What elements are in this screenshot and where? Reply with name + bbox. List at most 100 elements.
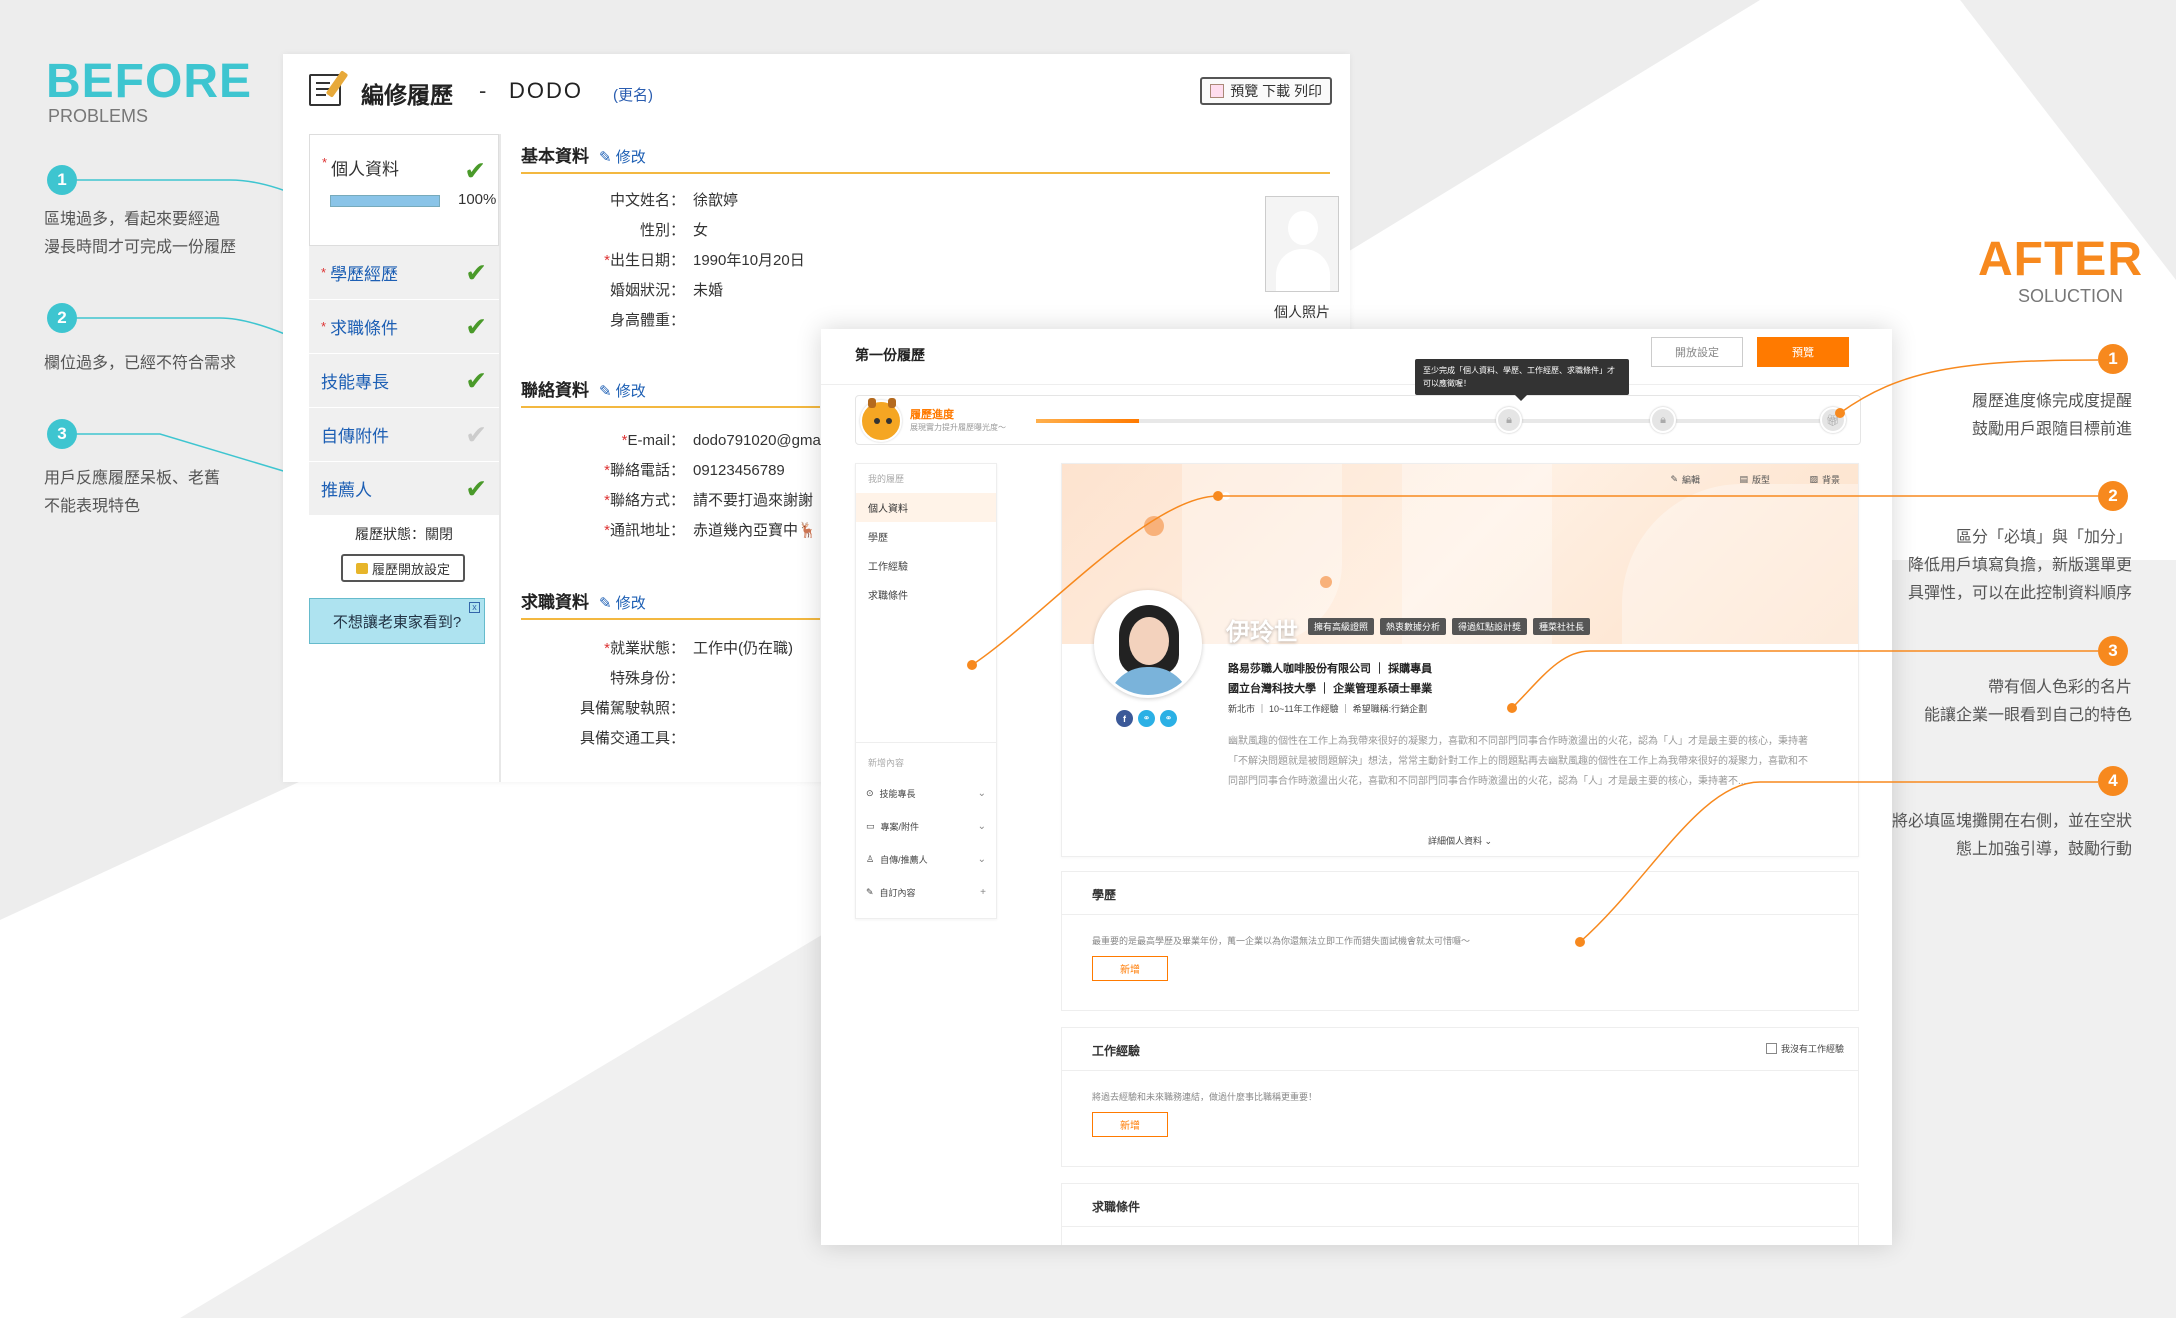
add-education-button[interactable]: 新增 <box>1092 956 1168 981</box>
basic-fields: 中文姓名： 徐歆婷 性別：女 *出生日期： 1990年10月20日 婚姻狀況： 未婚 … <box>521 186 805 336</box>
hint-text: 不想讓老東家看到? <box>332 613 462 631</box>
preview-button[interactable]: 預覽 <box>1757 337 1849 367</box>
after-heading: AFTER <box>1978 233 2143 286</box>
sidebar-item-personal[interactable]: * 個人資料 ✔ 100% <box>309 134 499 246</box>
link-icon[interactable]: ⚭ <box>1160 710 1177 727</box>
field-row: 具備駕駛執照： <box>521 694 793 724</box>
no-experience-checkbox[interactable]: 我沒有工作經驗 <box>1765 1042 1844 1055</box>
milestone-lock-icon[interactable]: 🔒︎ <box>1496 407 1522 433</box>
milestone-lock-icon[interactable]: 🔒︎ <box>1650 407 1676 433</box>
field-label: *聯絡電話： <box>521 456 685 486</box>
field-label: *就業狀態： <box>521 634 685 664</box>
job-fields: *就業狀態： 工作中(仍在職) 特殊身份： 具備駕駛執照： 具備交通工具： <box>521 634 793 754</box>
before-note-1-number: 1 <box>47 165 77 195</box>
field-label: *聯絡方式： <box>521 486 685 516</box>
edit-link[interactable]: ✎ 修改 <box>599 595 646 612</box>
progress-fill <box>1036 419 1139 423</box>
antler <box>868 398 876 408</box>
folder-icon: ▭ <box>866 821 875 831</box>
sidebar-item-personal[interactable]: 個人資料 <box>856 493 996 522</box>
chevron-down-icon: ⌄ <box>977 854 986 865</box>
edit-link[interactable]: ✎ 修改 <box>599 383 646 400</box>
plus-icon: + <box>980 887 986 898</box>
banner-shape <box>1622 484 1858 644</box>
eye <box>886 418 892 424</box>
field-label: 具備駕駛執照： <box>521 694 685 724</box>
top-bar: 第一份履歷 開放設定 預覽 <box>821 329 1892 385</box>
sidebar-add-skills[interactable]: ⊙ 技能專長 ⌄ <box>856 777 996 810</box>
sidebar-item-work[interactable]: 工作經驗 <box>856 551 996 580</box>
after-subheading: SOLUCTION <box>2018 286 2124 306</box>
open-settings-button[interactable]: 開放設定 <box>1651 337 1743 367</box>
field-row: *通訊地址： 赤道幾內亞寶中🦌 <box>521 516 839 546</box>
profile-avatar[interactable] <box>1094 590 1202 698</box>
sidebar-item-autobiography[interactable]: 自傳附件 ✔ <box>309 408 499 462</box>
new-sidebar: 我的履歷 個人資料 學歷 工作經驗 求職條件 新增內容 ⊙ 技能專長 ⌄ ▭ 專案/附… <box>855 463 997 919</box>
divider <box>499 134 501 782</box>
field-label: 特殊身份： <box>521 664 685 694</box>
sidebar-add-custom[interactable]: ✎ 自訂內容 + <box>856 876 996 909</box>
sidebar-add-projects[interactable]: ▭ 專案/附件 ⌄ <box>856 810 996 843</box>
milestone-gift-icon[interactable]: 🎁︎ <box>1820 407 1846 433</box>
field-label: *通訊地址： <box>521 516 685 546</box>
profile-experience: 10~11年工作經驗 <box>1269 704 1339 714</box>
tag: 熱衷數據分析 <box>1380 618 1447 635</box>
edit-banner-button[interactable]: ✎ 編輯 <box>1670 470 1700 488</box>
profile-meta-line: 新北市 ｜ 10~11年工作經驗 ｜ 希望職稱:行銷企劃 <box>1228 704 1428 714</box>
sidebar-item-conditions[interactable]: 求職條件 <box>856 580 996 609</box>
field-value: 09123456789 <box>693 462 785 479</box>
check-icon: ✔ <box>465 473 487 503</box>
profile-card: ✎ 編輯 ▤ 版型 ▨ 背景 f ⚭ ⚭ 伊玲世 擁有高級證照 熱衷數據分析 得過紅點… <box>1061 463 1859 857</box>
field-label-text: 婚姻狀況： <box>609 282 685 299</box>
section-title: 基本資料 <box>521 147 589 166</box>
edit-link[interactable]: ✎ 修改 <box>599 149 646 166</box>
sidebar-item-job-conditions[interactable]: * 求職條件 ✔ <box>309 300 499 354</box>
preview-download-print-button[interactable]: 預覽 下載 列印 <box>1200 77 1332 105</box>
check-icon: ✔ <box>465 311 487 341</box>
after-note-2: 區分「必填」與「加分」 降低用戶填寫負擔，新版選單更 具彈性，可以在此控制資料順… <box>1908 524 2132 608</box>
field-label-text: 特殊身份： <box>609 670 685 687</box>
field-value: 赤道幾內亞寶中🦌 <box>693 522 817 539</box>
field-row: 身高體重： <box>521 306 805 336</box>
sidebar-item-label: 學歷經歷 <box>330 265 399 284</box>
antler <box>888 398 896 408</box>
after-note-3: 帶有個人色彩的名片 能讓企業一眼看到自己的特色 <box>1924 674 2132 730</box>
new-resume-editor: 第一份履歷 開放設定 預覽 履歷進度 展現實力提升履歷曝光度～ 🔒︎ 🔒︎ 🎁︎… <box>821 329 1892 1245</box>
close-icon[interactable]: x <box>469 602 480 613</box>
sidebar-item-education[interactable]: * 學歷經歷 ✔ <box>309 246 499 300</box>
link-icon[interactable]: ⚭ <box>1138 710 1155 727</box>
section-divider <box>521 406 820 408</box>
background-button[interactable]: ▨ 背景 <box>1809 470 1840 488</box>
field-label-text: 就業狀態： <box>609 640 685 657</box>
profile-photo-placeholder[interactable] <box>1265 196 1339 292</box>
add-work-button[interactable]: 新增 <box>1092 1112 1168 1137</box>
profile-job-title: 採購專員 <box>1388 663 1433 675</box>
section-hint: 最重要的是最高學歷及畢業年份，萬一企業以為你還無法立即工作而錯失面試機會就太可惜… <box>1092 936 1471 946</box>
sidebar-item-education[interactable]: 學歷 <box>856 522 996 551</box>
required-mark: * <box>321 319 327 334</box>
open-settings-label: 履歷開放設定 <box>371 561 450 577</box>
section-title: 求職資料 <box>521 593 589 612</box>
sidebar-item-referees[interactable]: 推薦人 ✔ <box>309 462 499 516</box>
check-icon: ✔ <box>465 419 487 449</box>
sidebar-item-label: 自傳附件 <box>321 427 389 446</box>
pencil-icon: ✎ <box>1670 473 1678 484</box>
before-subheading: PROBLEMS <box>48 106 149 126</box>
field-row: 性別： 女 <box>521 216 805 246</box>
section-divider <box>1062 1226 1858 1227</box>
field-row: 特殊身份： <box>521 664 793 694</box>
title-dash: - <box>479 78 487 103</box>
sidebar-item-skills[interactable]: 技能專長 ✔ <box>309 354 499 408</box>
chevron-down-icon: ⌄ <box>977 788 986 799</box>
after-note-4: 將必填區塊攤開在右側，並在空狀 態上加強引導，鼓勵行動 <box>1892 808 2132 864</box>
facebook-icon[interactable]: f <box>1116 710 1133 727</box>
resume-open-settings-button[interactable]: 履歷開放設定 <box>341 554 465 582</box>
tag: 擁有高級證照 <box>1308 618 1375 635</box>
template-button[interactable]: ▤ 版型 <box>1739 470 1770 488</box>
rename-link[interactable]: (更名) <box>613 84 653 105</box>
more-profile-link[interactable]: 詳細個人資料 ⌄ <box>1062 834 1858 847</box>
sidebar-add-autobiography[interactable]: ♙ 自傳/推薦人 ⌄ <box>856 843 996 876</box>
field-label-text: 聯絡電話： <box>609 462 685 479</box>
section-basic-title: 基本資料 ✎ 修改 <box>521 142 646 167</box>
sidebar-add-label: 技能專長 <box>879 789 916 799</box>
